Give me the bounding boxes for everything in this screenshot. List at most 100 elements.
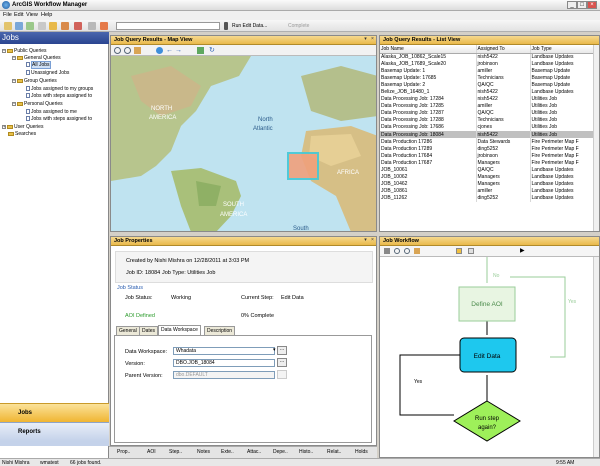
zoom-out-icon[interactable] [124,47,131,54]
execute-icon[interactable]: ▶ [520,248,525,254]
table-row[interactable]: Data Processing Job: 18084 nish5422 Utilit… [380,131,599,139]
print-icon[interactable] [88,22,96,30]
table-row[interactable]: Data Processing Job: 17686 cjones Utilitie… [380,123,599,132]
forward-icon[interactable]: → [175,47,182,54]
run-edit-data-button[interactable]: Run Edit Data... [232,23,267,29]
map-canvas[interactable]: NORTH AMERICA North Atlantic AFRICA SOUT… [111,56,376,231]
tree-personal-queries[interactable]: − Personal Queries [12,101,63,107]
tree-unassigned-jobs[interactable]: Unassigned Jobs [26,70,69,76]
report-icon[interactable] [74,22,82,30]
menu-help[interactable]: Help [41,12,52,18]
tab-holds[interactable]: Holds [355,449,368,455]
menu-view[interactable]: View [26,12,38,18]
workflow-canvas[interactable]: Define AOI Edit Data Run step again? No … [380,257,594,457]
full-extent-icon[interactable] [156,47,163,54]
table-row[interactable]: Data Production 17684 jrobinson Fire Perim… [380,152,599,160]
tree-jobs-assigned-groups[interactable]: Jobs assigned to my groups [26,86,93,92]
folder-icon[interactable] [49,22,57,30]
table-row[interactable]: Basemap Update: 17685 Technicians Basemap … [380,74,599,82]
data-workspace-browse-button[interactable]: ... [277,346,287,355]
refresh-icon[interactable] [26,22,34,30]
tab-steps[interactable]: Step.. [169,449,182,455]
arrow-icon[interactable] [384,248,390,254]
list-scrollbar[interactable] [593,45,599,231]
close-button[interactable]: × [587,1,597,9]
col-assigned-to[interactable]: Assigned To [476,45,531,54]
menu-file[interactable]: File [3,12,12,18]
table-row[interactable]: JOB_10061 QA/QC Landbase Updates [380,166,599,174]
tree-all-jobs[interactable]: All Jobs [26,61,51,69]
reports-nav-button[interactable]: Reports [0,422,109,441]
stop-icon[interactable] [468,248,474,254]
tree-public-queries[interactable]: − Public Queries [2,48,47,54]
table-row[interactable]: Belize_JOB_16480_1 nish5422 Landbase Updat… [380,88,599,96]
table-row[interactable]: Data Production 17286 Data Stewards Fire P… [380,138,599,146]
map-close-icon[interactable]: × [369,36,376,43]
tree-group-queries[interactable]: − Group Queries [12,78,57,84]
props-pin-icon[interactable]: ▾ [362,237,369,244]
tab-dependencies[interactable]: Depe.. [273,449,288,455]
table-row[interactable]: Basemap Update: 1 amiller Basemap Update [380,67,599,75]
tab-description[interactable]: Description [204,326,236,335]
table-row[interactable]: Data Processing Job: 17287 QA/QC Utilities… [380,109,599,117]
workflow-scrollbar[interactable] [593,257,599,457]
maximize-button[interactable]: □ [577,1,587,9]
col-job-type[interactable]: Job Type [530,45,599,54]
refresh-map-icon[interactable]: ↻ [209,47,215,54]
tab-extended[interactable]: Exte.. [221,449,234,455]
open-icon[interactable] [15,22,23,30]
new-job-icon[interactable] [4,22,12,30]
table-row[interactable]: Alaska_JOB_17689_Scale20 jrobinson Landbas… [380,60,599,68]
version-browse-button[interactable]: ... [277,358,287,367]
map-pin-icon[interactable]: ▾ [362,36,369,43]
tab-dates[interactable]: Dates [139,326,159,335]
col-job-name[interactable]: Job Name [380,45,477,54]
tab-history[interactable]: Histo.. [299,449,313,455]
table-row[interactable]: JOB_10062 Managers Landbase Updates [380,173,599,181]
calendar-icon[interactable] [100,22,108,30]
table-row[interactable]: Data Processing Job: 17288 Technicians Uti… [380,116,599,124]
table-row[interactable]: JOB_11262 ding5252 Landbase Updates [380,194,599,202]
back-icon[interactable]: ← [166,47,173,54]
minimize-button[interactable]: _ [567,1,577,9]
execute-icon[interactable] [224,22,228,30]
props-close-icon[interactable]: × [369,237,376,244]
tab-data-workspace[interactable]: Data Workspace [158,325,201,335]
table-row[interactable]: Alaska_JOB_10862_Scale15 nish5422 Landbase… [380,53,599,61]
tree-jobs-steps-me[interactable]: Jobs with steps assigned to [26,116,92,122]
run-step-icon[interactable] [456,248,462,254]
table-row[interactable]: JOB_10462 Managers Landbase Updates [380,180,599,188]
tree-jobs-assigned-me[interactable]: Jobs assigned to me [26,109,77,115]
complete-button[interactable]: Complete [288,23,309,29]
table-row[interactable]: Data Production 17687 Managers Fire Perime… [380,159,599,167]
menu-edit[interactable]: Edit [14,12,23,18]
tree-jobs-steps-groups[interactable]: Jobs with steps assigned to [26,93,92,99]
tab-notes[interactable]: Notes [197,449,210,455]
tab-properties[interactable]: Prop.. [117,449,130,455]
parent-version-browse-button [277,370,287,379]
tree-user-queries[interactable]: + User Queries [2,124,43,130]
version-field[interactable]: DBO.JOB_18084 [173,359,275,367]
jobs-nav-button[interactable]: Jobs [0,403,109,422]
zoom-out-icon[interactable] [404,248,410,254]
pan-icon[interactable] [414,248,420,254]
table-row[interactable]: Data Processing Job: 17284 nish5422 Utilit… [380,95,599,103]
table-row[interactable]: Basemap Update: 2 QA/QC Basemap Update [380,81,599,89]
data-workspace-field[interactable]: Whadata [173,347,275,355]
users-icon[interactable] [61,22,69,30]
copy-icon[interactable] [38,22,46,30]
table-row[interactable]: Data Production 17289 ding5252 Fire Perime… [380,145,599,153]
zoom-in-icon[interactable] [394,248,400,254]
tab-aoi[interactable]: AOI [147,449,156,455]
tab-attachments[interactable]: Attac.. [247,449,261,455]
pan-icon[interactable] [134,47,141,54]
identify-icon[interactable] [197,47,204,54]
tree-searches[interactable]: Searches [8,131,36,137]
table-row[interactable]: Data Processing Job: 17285 amiller Utiliti… [380,102,599,110]
table-row[interactable]: JOB_10861 amiller Landbase Updates [380,187,599,195]
tab-related[interactable]: Relat.. [327,449,341,455]
data-workspace-dropdown[interactable]: ▾ [271,347,276,355]
search-field[interactable] [116,22,220,30]
tab-general[interactable]: General [116,326,140,335]
zoom-in-icon[interactable] [114,47,121,54]
